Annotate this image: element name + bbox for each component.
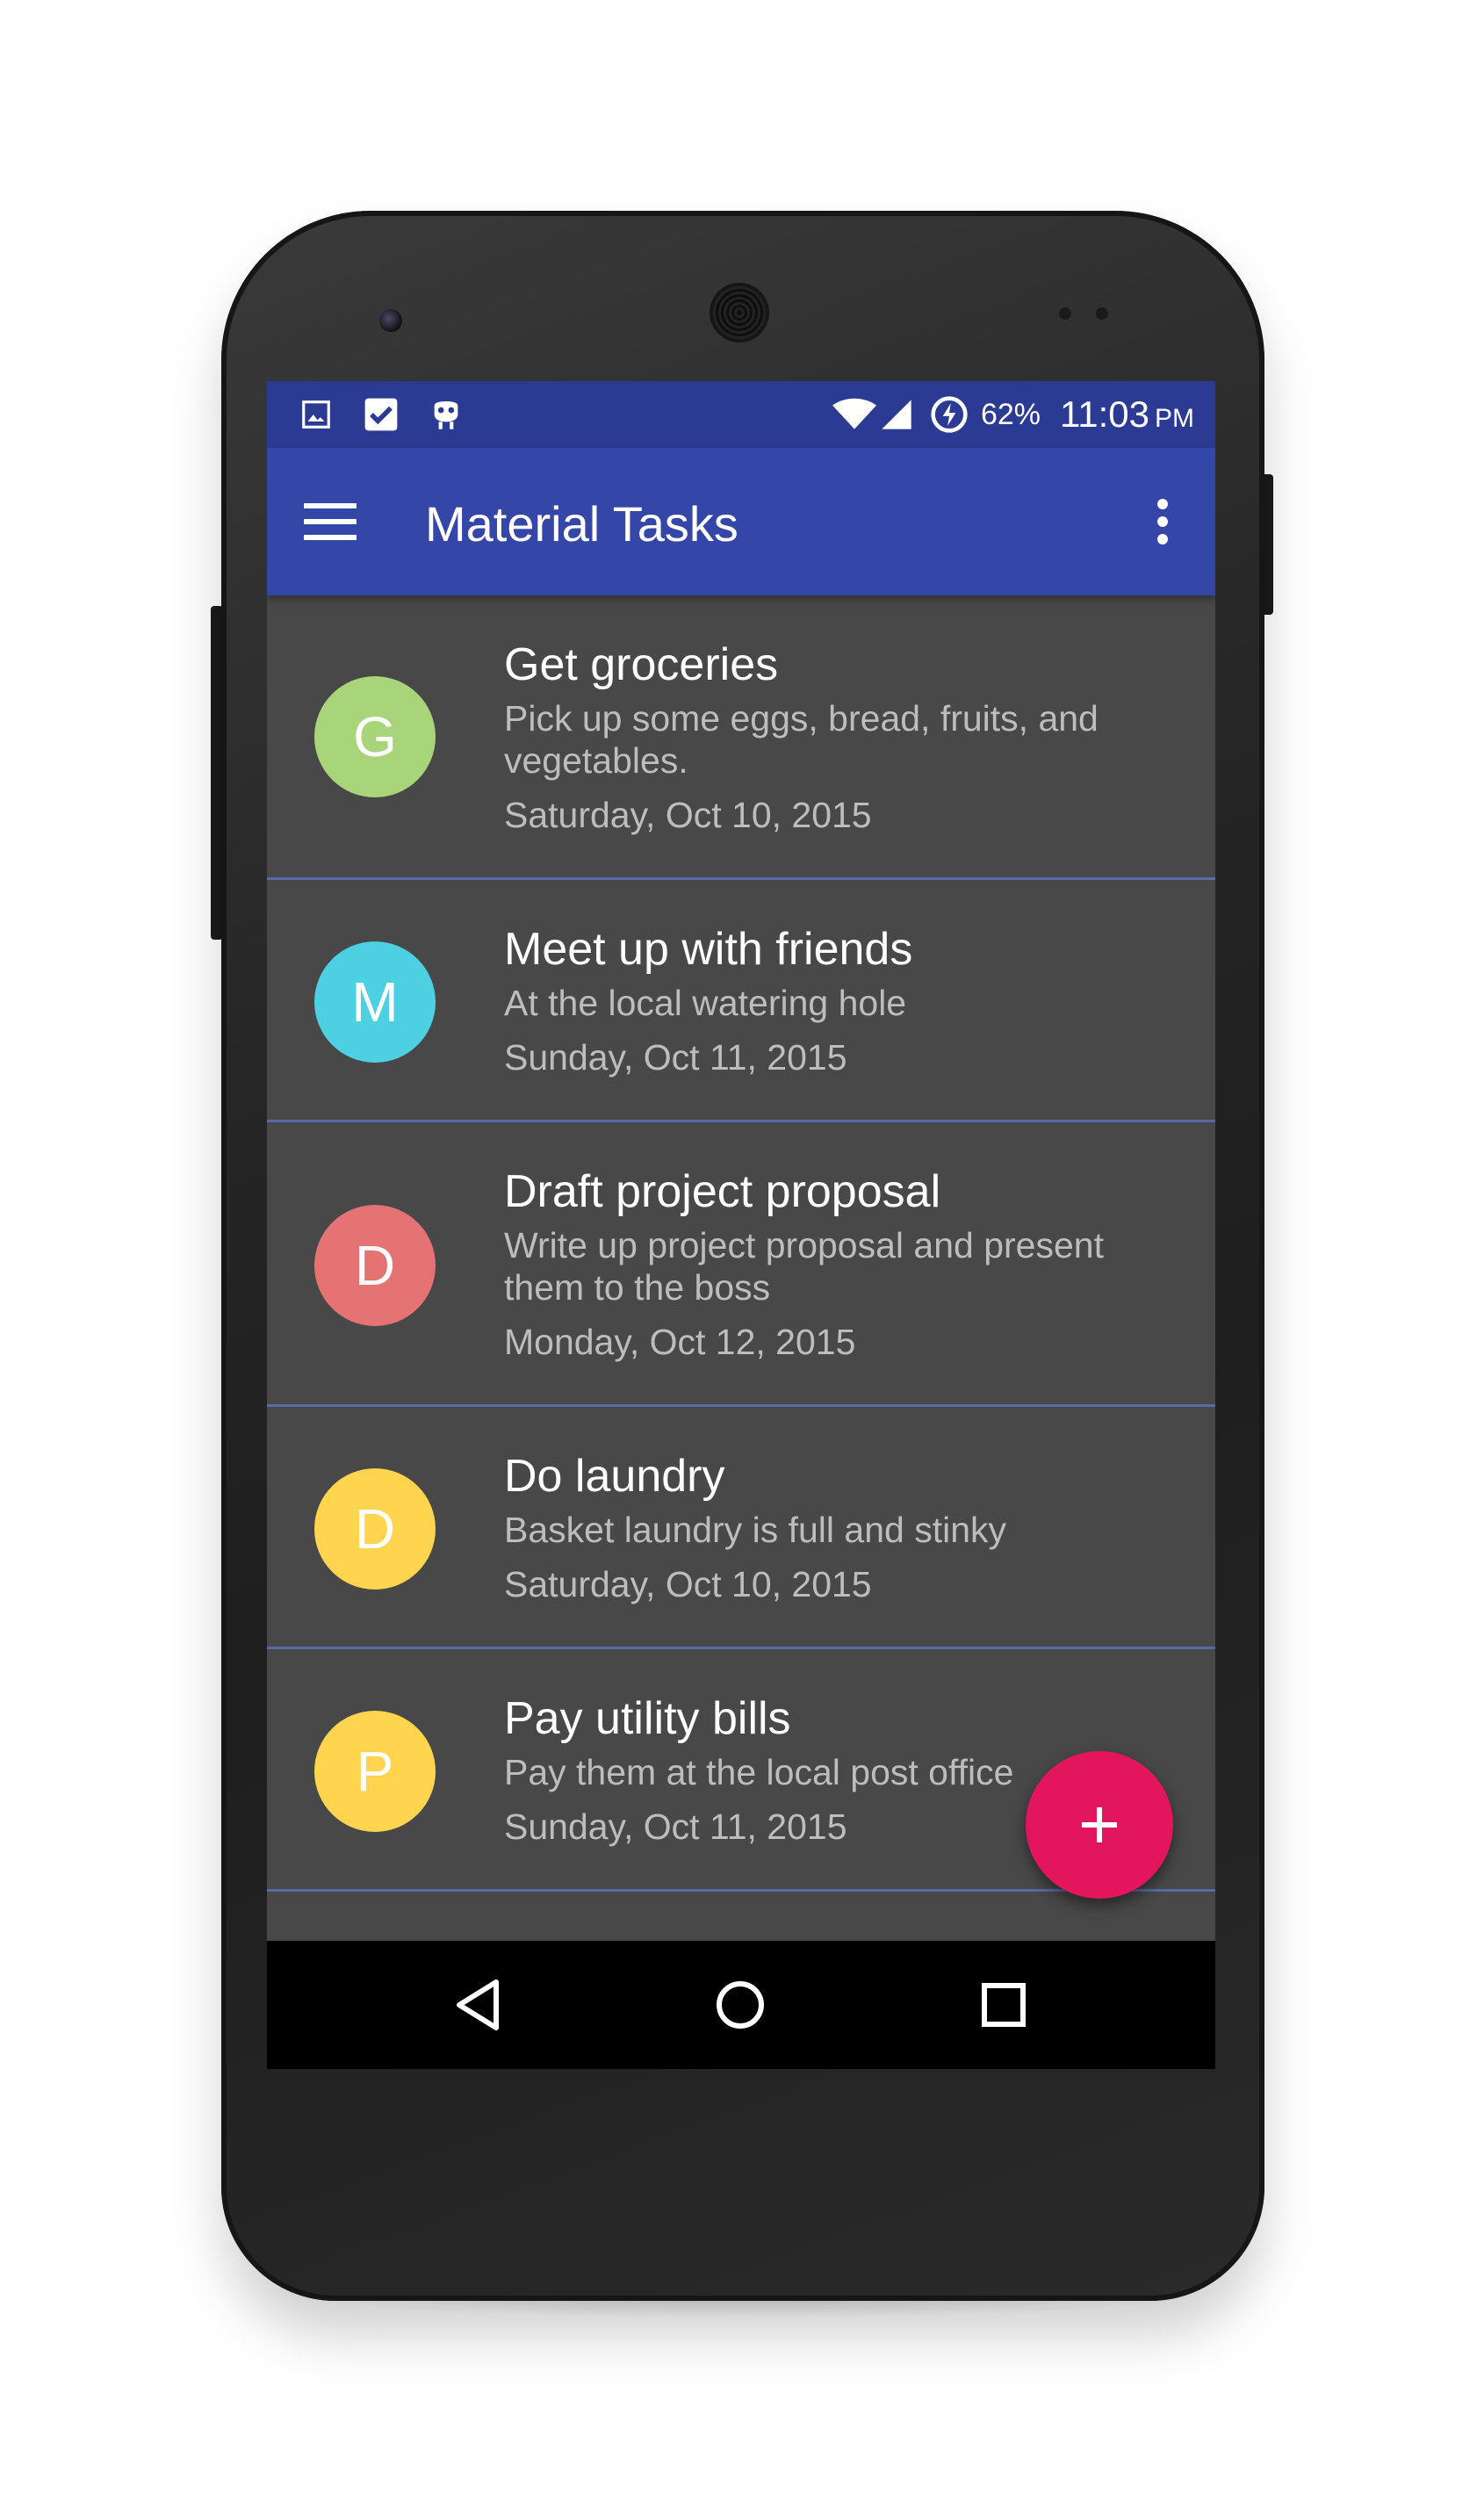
task-title: Get groceries [504,639,779,690]
back-icon[interactable] [448,1974,509,2036]
task-avatar: P [314,1711,436,1832]
front-camera [379,309,402,332]
battery-percentage: 62% [980,397,1041,431]
task-description: Pick up some eggs, bread, fruits, and ve… [504,698,1099,781]
task-date: Saturday, Oct 10, 2015 [504,795,872,835]
proximity-sensor [1059,307,1071,320]
task-title: Do laundry [504,1451,725,1502]
app-bar: Material Tasks [267,448,1215,595]
add-icon [1082,1807,1117,1842]
clock: 11:03 PM [1060,393,1194,436]
task-date: Sunday, Oct 11, 2015 [504,1037,847,1078]
task-row[interactable]: M Meet up with friends At the local wate… [267,880,1215,1122]
task-avatar: D [314,1468,436,1590]
task-title: Pay utility bills [504,1693,791,1744]
task-row[interactable]: D Do laundry Basket laundry is full and … [267,1407,1215,1649]
check-box-icon [362,395,400,434]
task-avatar: M [314,941,436,1063]
task-description: At the local watering hole [504,983,907,1023]
light-sensor [1096,307,1108,320]
task-avatar: G [314,676,436,797]
task-title: Draft project proposal [504,1166,941,1217]
more-vert-icon[interactable] [1136,490,1189,553]
task-title: Meet up with friends [504,924,913,975]
image-icon [297,395,335,434]
task-description: Basket laundry is full and stinky [504,1510,1006,1550]
task-row[interactable]: D Draft project proposal Write up projec… [267,1122,1215,1407]
clock-time: 11:03 [1060,393,1149,435]
task-date: Saturday, Oct 10, 2015 [504,1564,872,1604]
earpiece-speaker [713,286,766,339]
recent-apps-icon[interactable] [973,1974,1034,2036]
task-description: Write up project proposal and present th… [504,1225,1104,1308]
app-title: Material Tasks [425,496,738,552]
add-task-button[interactable] [1026,1751,1173,1899]
status-bar: 62% 11:03 PM [267,381,1215,448]
navigation-bar [267,1941,1215,2069]
task-date: Monday, Oct 12, 2015 [504,1322,856,1362]
clock-ampm: PM [1155,404,1194,433]
hamburger-menu-icon[interactable] [299,490,362,553]
signal-icon [877,395,916,434]
task-avatar: D [314,1205,436,1326]
battery-charging-icon [930,395,969,434]
phone-screen: 62% 11:03 PM Material Tasks G Get groceri… [267,381,1215,2069]
task-row[interactable]: G Get groceries Pick up some eggs, bread… [267,595,1215,880]
home-icon[interactable] [710,1974,771,2036]
cyanogen-icon [427,395,465,434]
wifi-icon [832,395,877,434]
